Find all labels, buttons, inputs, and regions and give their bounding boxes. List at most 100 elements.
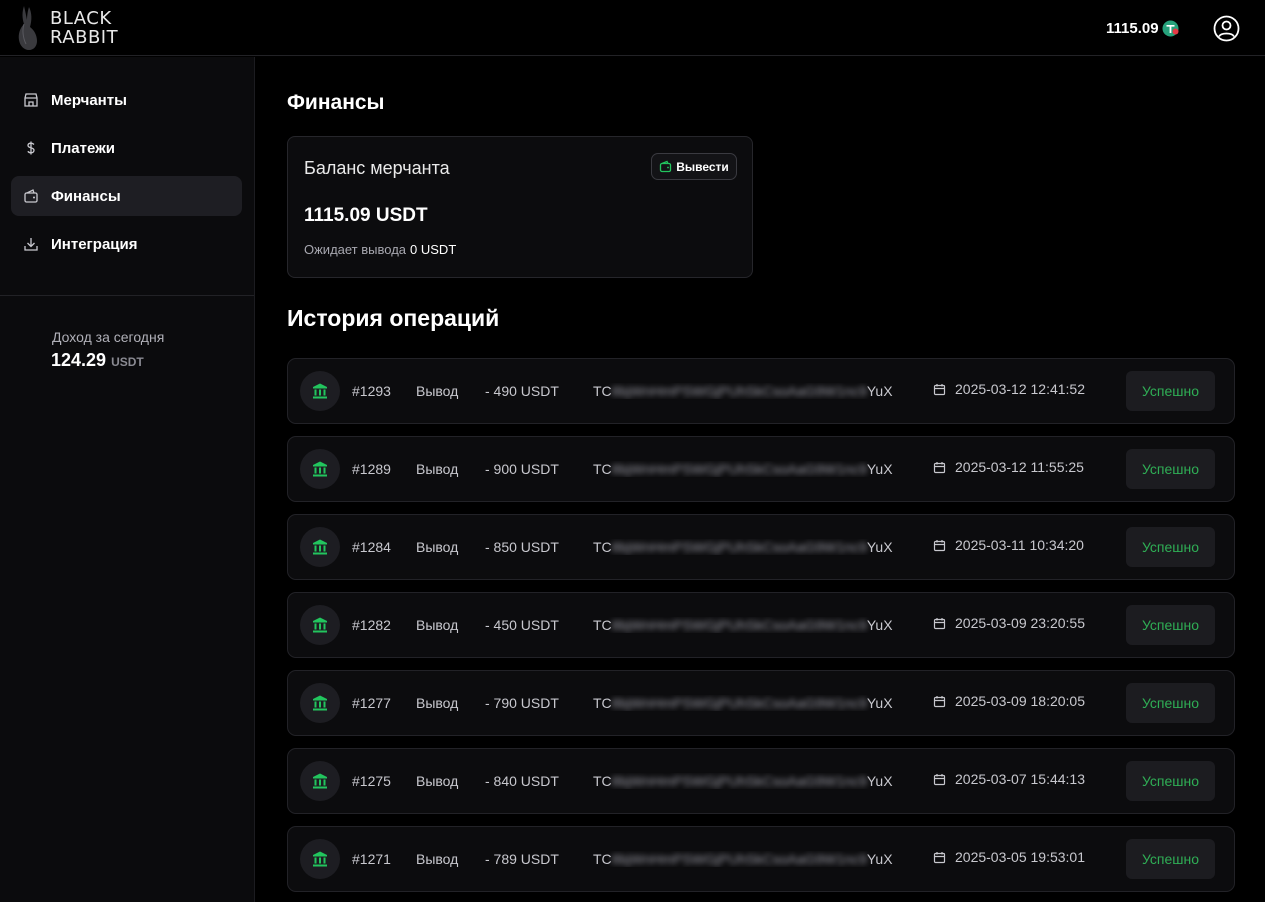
transaction-amount: - 490 USDT	[485, 383, 559, 399]
transaction-row[interactable]: #1277 Вывод - 790 USDT TC8bjWnHmPSWGjPUh…	[287, 670, 1235, 736]
calendar-icon	[933, 617, 946, 629]
transaction-date: 2025-03-12 11:55:25	[933, 459, 1084, 475]
transaction-amount: - 790 USDT	[485, 695, 559, 711]
transaction-id: #1289	[352, 461, 391, 477]
sidebar-item-label: Платежи	[51, 139, 115, 157]
wallet-address-hidden: 8bjWnHmPSWGjPUhSkCsoAaG9W1nc9	[611, 461, 867, 477]
status-badge: Успешно	[1126, 761, 1215, 801]
transaction-date: 2025-03-05 19:53:01	[933, 849, 1085, 865]
pending-withdrawal: Ожидает вывода 0 USDT	[304, 242, 456, 257]
transaction-row[interactable]: #1293 Вывод - 490 USDT TC8bjWnHmPSWGjPUh…	[287, 358, 1235, 424]
wallet-address-prefix: TC	[593, 383, 612, 399]
transaction-amount: - 450 USDT	[485, 617, 559, 633]
wallet-address-hidden: 8bjWnHmPSWGjPUhSkCsoAaG9W1nc9	[611, 539, 867, 555]
wallet-address-prefix: TC	[593, 539, 612, 555]
bank-icon	[300, 371, 340, 411]
transaction-date-value: 2025-03-12 12:41:52	[955, 381, 1085, 397]
page-title: Финансы	[287, 91, 385, 114]
transaction-row[interactable]: #1282 Вывод - 450 USDT TC8bjWnHmPSWGjPUh…	[287, 592, 1235, 658]
wallet-address-suffix: YuX	[866, 383, 893, 399]
history-title: История операций	[287, 305, 500, 331]
calendar-icon	[933, 695, 946, 707]
wallet-address-prefix: TC	[593, 851, 612, 867]
sidebar-divider	[0, 295, 254, 296]
transaction-amount: - 850 USDT	[485, 539, 559, 555]
balance-amount: 1115.09 USDT	[304, 205, 428, 226]
transaction-date-value: 2025-03-07 15:44:13	[955, 771, 1085, 787]
income-currency: USDT	[111, 355, 144, 369]
wallet-address-suffix: YuX	[866, 539, 893, 555]
transaction-row[interactable]: #1289 Вывод - 900 USDT TC8bjWnHmPSWGjPUh…	[287, 436, 1235, 502]
sidebar-item-integration[interactable]: Интеграция	[11, 224, 242, 264]
tether-icon	[1162, 20, 1179, 36]
sidebar-item-merchants[interactable]: Мерчанты	[11, 80, 242, 120]
brand-logo[interactable]: BLACK RABBIT	[12, 4, 118, 52]
status-badge: Успешно	[1126, 527, 1215, 567]
brand-name: BLACK RABBIT	[50, 9, 118, 47]
sidebar-item-finance[interactable]: Финансы	[11, 176, 242, 216]
bank-icon	[300, 449, 340, 489]
transaction-id: #1282	[352, 617, 391, 633]
sidebar: Мерчанты Платежи Финансы Интеграция Дохо…	[0, 57, 255, 902]
transaction-date-value: 2025-03-05 19:53:01	[955, 849, 1085, 865]
income-amount: 124.29	[51, 350, 107, 370]
pending-value: 0 USDT	[410, 242, 457, 257]
bank-icon	[300, 839, 340, 879]
brand-line-2: RABBIT	[50, 27, 119, 48]
sidebar-item-label: Интеграция	[51, 235, 138, 253]
withdraw-button-label: Вывести	[676, 159, 729, 174]
top-bar: BLACK RABBIT 1115.09	[0, 0, 1265, 56]
wallet-address-prefix: TC	[593, 461, 612, 477]
wallet-address-prefix: TC	[593, 617, 612, 633]
rabbit-logo-icon	[18, 6, 37, 50]
transaction-id: #1284	[352, 539, 391, 555]
wallet-address: TC8bjWnHmPSWGjPUhSkCsoAaG9W1nc9YuX	[593, 773, 893, 789]
calendar-icon	[933, 773, 946, 785]
wallet-address-suffix: YuX	[866, 461, 893, 477]
wallet-address-hidden: 8bjWnHmPSWGjPUhSkCsoAaG9W1nc9	[611, 383, 867, 399]
wallet-address-hidden: 8bjWnHmPSWGjPUhSkCsoAaG9W1nc9	[611, 695, 867, 711]
wallet-icon	[660, 160, 672, 173]
transaction-row[interactable]: #1275 Вывод - 840 USDT TC8bjWnHmPSWGjPUh…	[287, 748, 1235, 814]
transaction-date: 2025-03-12 12:41:52	[933, 381, 1085, 397]
wallet-icon	[21, 186, 41, 206]
sidebar-item-label: Мерчанты	[51, 91, 127, 109]
transaction-amount: - 900 USDT	[485, 461, 559, 477]
transaction-date-value: 2025-03-09 18:20:05	[955, 693, 1085, 709]
bank-icon	[300, 683, 340, 723]
user-circle-icon[interactable]	[1213, 15, 1240, 42]
transaction-type: Вывод	[416, 773, 459, 789]
transaction-amount: - 840 USDT	[485, 773, 559, 789]
sidebar-item-payments[interactable]: Платежи	[11, 128, 242, 168]
header-balance: 1115.09	[1106, 17, 1179, 39]
transaction-type: Вывод	[416, 695, 459, 711]
transaction-type: Вывод	[416, 461, 459, 477]
status-badge: Успешно	[1126, 839, 1215, 879]
status-badge: Успешно	[1126, 683, 1215, 723]
transaction-id: #1277	[352, 695, 391, 711]
wallet-address-suffix: YuX	[866, 617, 893, 633]
wallet-address: TC8bjWnHmPSWGjPUhSkCsoAaG9W1nc9YuX	[593, 383, 893, 399]
wallet-address-hidden: 8bjWnHmPSWGjPUhSkCsoAaG9W1nc9	[611, 617, 867, 633]
wallet-address-suffix: YuX	[866, 773, 893, 789]
transaction-type: Вывод	[416, 617, 459, 633]
download-icon	[21, 234, 41, 254]
status-badge: Успешно	[1126, 449, 1215, 489]
balance-card: Баланс мерчанта Вывести 1115.09 USDT Ожи…	[287, 136, 753, 278]
income-value: 124.29 USDT	[51, 350, 144, 371]
withdraw-button[interactable]: Вывести	[651, 153, 737, 180]
wallet-address: TC8bjWnHmPSWGjPUhSkCsoAaG9W1nc9YuX	[593, 461, 893, 477]
dollar-icon	[21, 138, 41, 158]
transaction-id: #1293	[352, 383, 391, 399]
transaction-type: Вывод	[416, 539, 459, 555]
wallet-address-prefix: TC	[593, 695, 612, 711]
transaction-date: 2025-03-07 15:44:13	[933, 771, 1085, 787]
transaction-row[interactable]: #1284 Вывод - 850 USDT TC8bjWnHmPSWGjPUh…	[287, 514, 1235, 580]
calendar-icon	[933, 383, 946, 395]
store-icon	[21, 90, 41, 110]
wallet-address: TC8bjWnHmPSWGjPUhSkCsoAaG9W1nc9YuX	[593, 539, 893, 555]
transaction-row[interactable]: #1271 Вывод - 789 USDT TC8bjWnHmPSWGjPUh…	[287, 826, 1235, 892]
header-balance-value: 1115.09	[1106, 19, 1159, 37]
wallet-address-suffix: YuX	[866, 695, 893, 711]
sidebar-item-label: Финансы	[51, 187, 121, 205]
